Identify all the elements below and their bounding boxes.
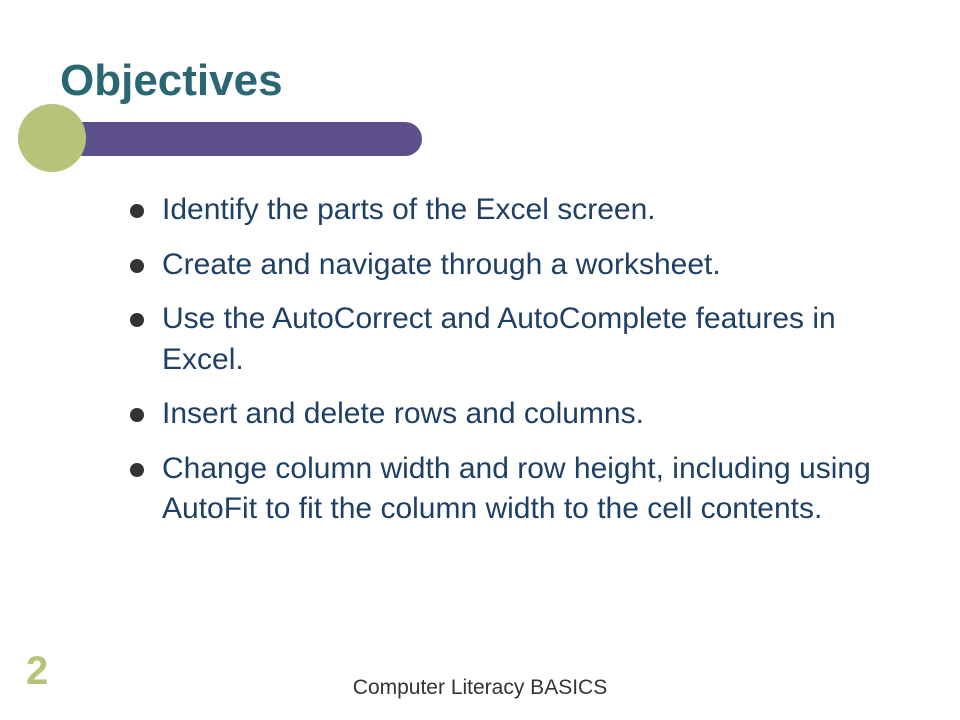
footer-text: Computer Literacy BASICS [0,676,960,700]
bullet-list: Identify the parts of the Excel screen. … [130,190,880,544]
list-item: Create and navigate through a worksheet. [130,245,880,286]
bullet-text: Insert and delete rows and columns. [162,394,644,435]
slide: Objectives Identify the parts of the Exc… [0,0,960,720]
bullet-text: Use the AutoCorrect and AutoComplete fea… [162,299,880,380]
bullet-icon [130,408,144,422]
bullet-icon [130,259,144,273]
bullet-text: Create and navigate through a worksheet. [162,245,721,286]
bullet-text: Identify the parts of the Excel screen. [162,190,656,231]
bullet-icon [130,204,144,218]
list-item: Use the AutoCorrect and AutoComplete fea… [130,299,880,380]
bullet-icon [130,313,144,327]
bullet-icon [130,463,144,477]
list-item: Insert and delete rows and columns. [130,394,880,435]
decor-circle-icon [18,104,86,172]
list-item: Change column width and row height, incl… [130,449,880,530]
slide-title: Objectives [60,56,283,106]
bullet-text: Change column width and row height, incl… [162,449,880,530]
list-item: Identify the parts of the Excel screen. [130,190,880,231]
